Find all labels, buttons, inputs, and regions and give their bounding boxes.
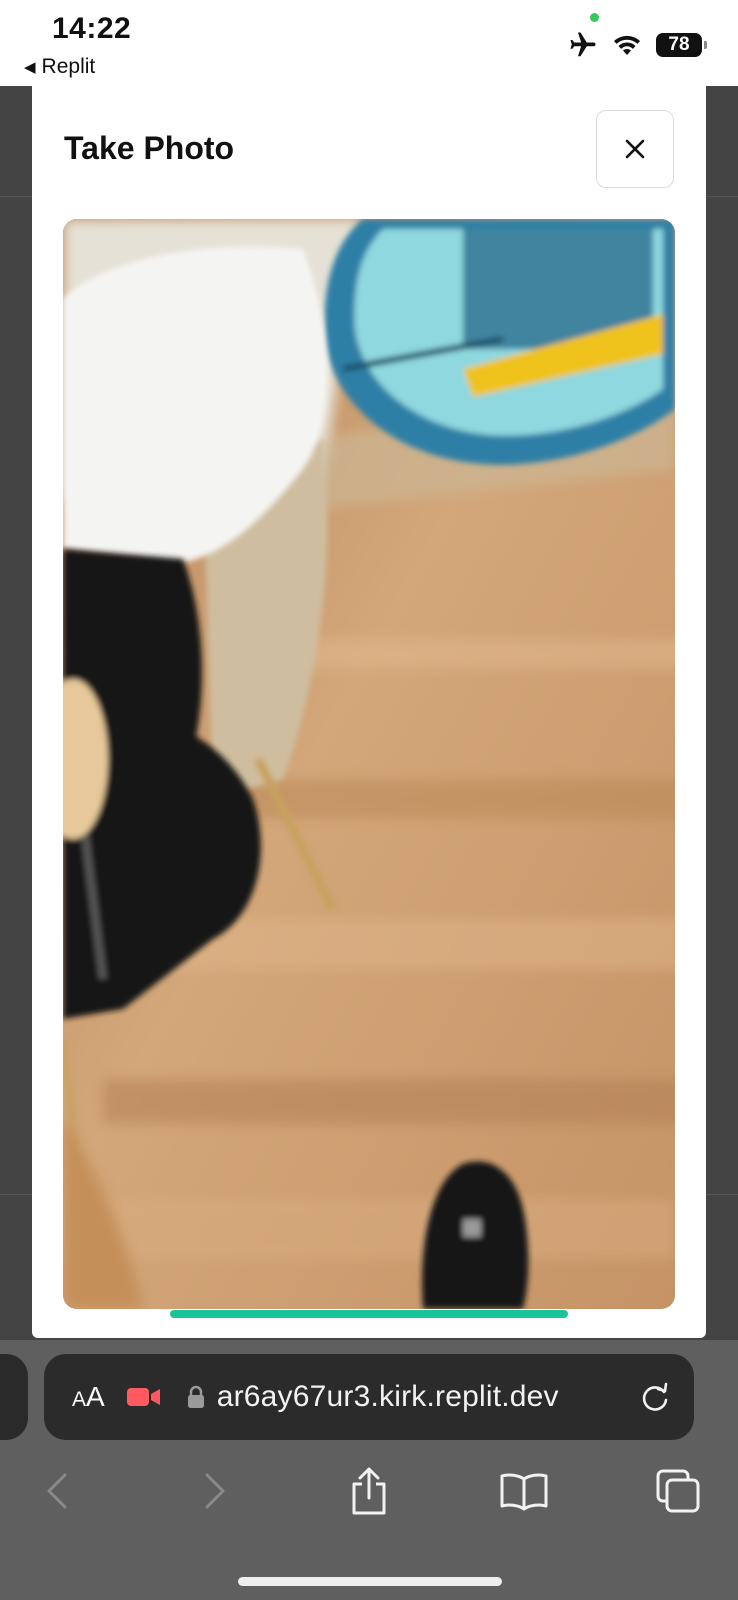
back-to-app-link[interactable]: ◀ Replit (24, 55, 95, 79)
lock-icon (187, 1385, 204, 1408)
address-bar[interactable]: AA ar6ay67ur3.kirk.replit.dev (44, 1354, 694, 1440)
camera-preview[interactable] (63, 219, 675, 1309)
close-icon (625, 139, 645, 159)
camera-in-use-indicator (590, 13, 599, 22)
tabs-button[interactable] (648, 1458, 708, 1524)
bookmarks-button[interactable] (494, 1458, 554, 1524)
battery-icon: 78 (656, 33, 707, 57)
capture-button-bar[interactable] (170, 1310, 568, 1318)
camera-feed-image (63, 219, 675, 1309)
wifi-icon (614, 35, 640, 55)
status-time: 14:22 (52, 12, 132, 45)
url-text[interactable]: ar6ay67ur3.kirk.replit.dev (217, 1380, 638, 1414)
forward-button[interactable] (185, 1458, 245, 1524)
forward-icon (205, 1473, 225, 1509)
text-size-button[interactable]: AA (72, 1381, 105, 1413)
video-camera-icon[interactable] (126, 1386, 161, 1408)
airplane-mode-icon (570, 32, 596, 57)
back-triangle-icon: ◀ (24, 59, 36, 76)
back-app-label: Replit (41, 55, 96, 78)
bookmarks-icon (500, 1473, 548, 1511)
previous-tab-peek[interactable] (0, 1354, 28, 1440)
back-icon (47, 1473, 67, 1509)
status-bar: 14:22 ◀ Replit 78 (0, 0, 738, 86)
close-button[interactable] (596, 110, 674, 188)
share-button[interactable] (339, 1458, 399, 1524)
battery-level: 78 (668, 34, 690, 55)
share-icon (352, 1467, 386, 1515)
safari-toolbar (0, 1458, 738, 1524)
back-button[interactable] (27, 1458, 87, 1524)
safari-bottom-bar: AA ar6ay67ur3.kirk.replit.dev (0, 1340, 738, 1600)
tabs-icon (656, 1469, 700, 1513)
status-icons: 78 (568, 30, 707, 60)
modal-title: Take Photo (64, 130, 235, 166)
modal-header: Take Photo (32, 86, 706, 206)
take-photo-modal: Take Photo (32, 86, 706, 1338)
home-indicator[interactable] (238, 1577, 502, 1586)
reload-icon[interactable] (638, 1380, 672, 1414)
